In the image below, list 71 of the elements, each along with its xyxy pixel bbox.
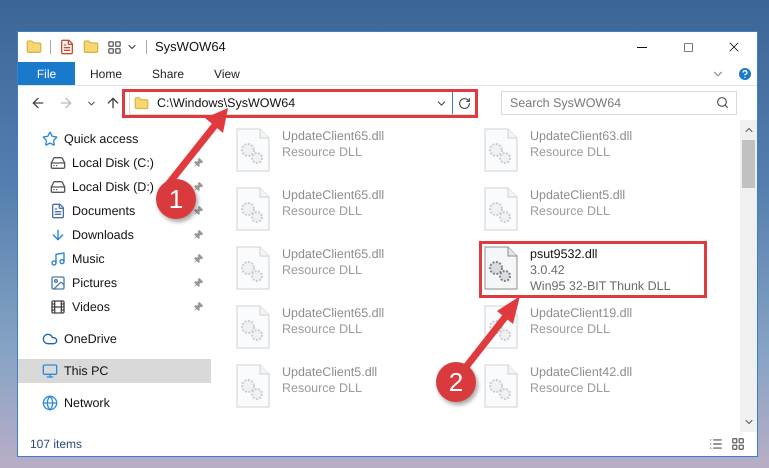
file-detail: Resource DLL [530,380,611,396]
sidebar-item[interactable]: Videos [18,295,211,319]
back-icon[interactable] [30,95,46,111]
sidebar-item[interactable]: Pictures [18,271,211,295]
download-icon [50,227,66,243]
dll-file-icon [236,187,270,231]
dll-file-icon [236,246,270,290]
document-icon [50,203,66,219]
tiles-view-icon[interactable] [731,437,745,451]
file-name: UpdateClient65.dll [282,246,384,262]
cloud-icon [42,331,58,347]
scroll-thumb[interactable] [742,140,755,188]
file-detail: Resource DLL [282,380,363,396]
file-name: UpdateClient65.dll [282,305,384,321]
ribbon-tab[interactable]: Home [75,62,138,85]
file-detail: Resource DLL [530,144,611,160]
network-icon [42,395,58,411]
file-name: UpdateClient65.dll [282,187,384,203]
dll-file-icon [484,128,518,172]
sidebar-item[interactable]: This PC [18,359,211,383]
ribbon-tab[interactable]: View [199,62,255,85]
up-icon[interactable] [105,95,121,111]
address-path: C:\Windows\SysWOW64 [157,94,296,112]
help-icon[interactable] [737,66,753,82]
drive-icon [50,179,66,195]
sidebar-item[interactable]: Local Disk (C:) [18,151,211,175]
file-detail: Resource DLL [530,321,611,337]
sidebar-item[interactable]: Network [18,391,211,415]
dll-file-icon [236,364,270,408]
file-detail: 3.0.42 [530,262,566,278]
search-field[interactable]: Search SysWOW64 [501,91,737,115]
dll-file-icon [236,128,270,172]
file-name: UpdateClient19.dll [530,305,632,321]
file-name: psut9532.dll [530,246,598,262]
star-icon [42,131,58,147]
maximize-icon [682,42,694,52]
drive-c-icon [50,155,66,171]
sidebar-item[interactable]: Downloads [18,223,211,247]
file-name: UpdateClient5.dll [530,187,626,203]
picture-icon [50,275,66,291]
file-detail: Resource DLL [282,262,363,278]
dll-file-icon [484,364,518,408]
file-name: UpdateClient63.dll [530,128,632,144]
file-name: UpdateClient5.dll [282,364,378,380]
folder-icon [134,96,149,110]
dll-file-icon [484,187,518,231]
sidebar-item[interactable]: Music [18,247,211,271]
file-name: UpdateClient42.dll [530,364,632,380]
file-detail: Win95 32-BIT Thunk DLL [530,278,671,294]
video-icon [50,299,66,315]
file-detail: Resource DLL [530,203,611,219]
dll-file-icon [236,305,270,349]
details-view-icon[interactable] [709,437,723,451]
scrollbar[interactable] [740,120,757,432]
ribbon-tab[interactable]: Share [137,62,200,85]
file-detail: Resource DLL [282,144,363,160]
dll-file-icon [484,246,518,290]
sidebar-item[interactable]: Quick access [18,127,211,151]
file-name: UpdateClient65.dll [282,128,384,144]
search-icon[interactable] [716,96,729,109]
music-icon [50,251,66,267]
item-count: 107 items [30,436,82,453]
file-detail: Resource DLL [282,321,363,337]
toolbar-options-icon[interactable] [107,40,122,54]
file-tile[interactable]: psut9532.dll 3.0.42 Win95 32-BIT Thunk DLL [479,241,707,298]
pc-icon [42,363,58,379]
minimize-icon [637,46,647,48]
window-title: SysWOW64 [155,38,226,56]
file-detail: Resource DLL [282,203,363,219]
refresh-icon[interactable] [458,96,471,110]
sidebar-item[interactable]: OneDrive [18,327,211,351]
